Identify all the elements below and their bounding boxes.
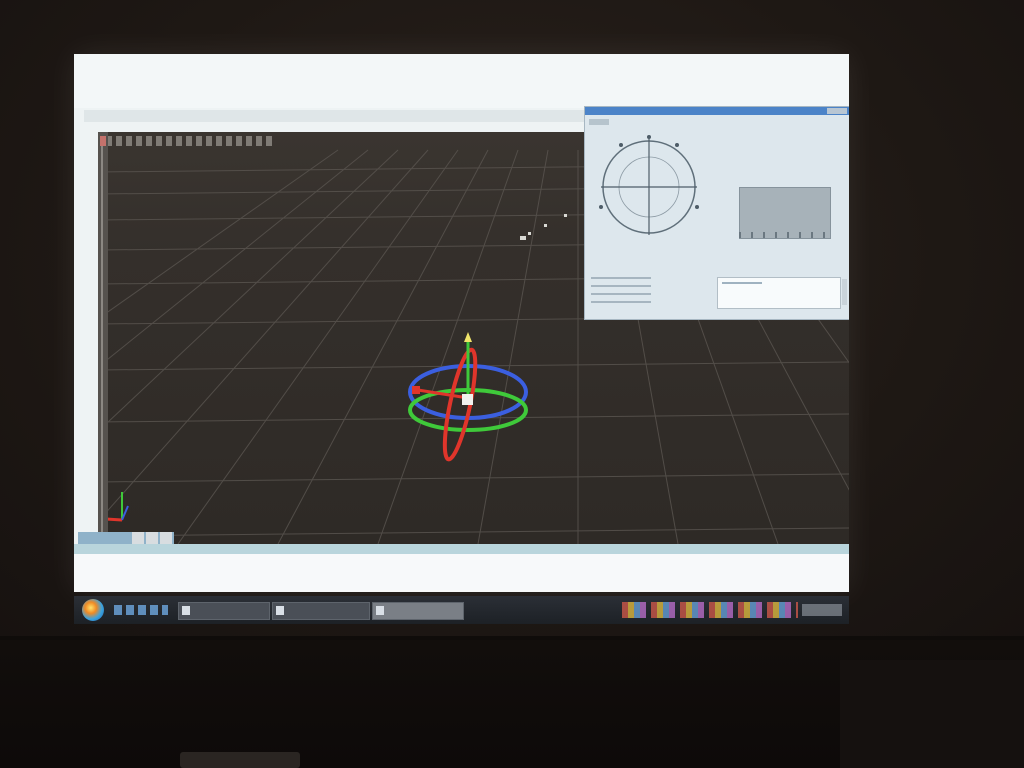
app-icon bbox=[276, 606, 284, 615]
distant-objects bbox=[520, 214, 567, 240]
compass-dial-icon[interactable] bbox=[597, 131, 707, 241]
app-title-area bbox=[74, 54, 849, 108]
rotation-dialog[interactable] bbox=[584, 106, 849, 320]
status-area bbox=[74, 554, 849, 592]
taskbar-clock[interactable] bbox=[802, 604, 842, 616]
viewport-toolbar[interactable] bbox=[106, 136, 276, 146]
room-object bbox=[180, 752, 300, 768]
taskbar-button-active[interactable] bbox=[372, 602, 464, 620]
projected-screen bbox=[74, 54, 849, 592]
dialog-field-text bbox=[722, 282, 762, 284]
dialog-meter-scale bbox=[739, 232, 829, 238]
dialog-titlebar[interactable] bbox=[585, 107, 849, 115]
app-menubar bbox=[84, 110, 594, 122]
windows-orb-icon[interactable] bbox=[82, 599, 104, 621]
timeline-tab[interactable] bbox=[132, 532, 144, 544]
viewport-side-rail bbox=[98, 132, 108, 544]
dialog-option-list[interactable] bbox=[591, 277, 651, 303]
timeline-tab[interactable] bbox=[146, 532, 158, 544]
dialog-window-controls[interactable] bbox=[827, 108, 847, 114]
taskbar-button[interactable] bbox=[272, 602, 370, 620]
dialog-scrollbar[interactable] bbox=[842, 279, 847, 305]
viewport-rail-marker bbox=[100, 136, 106, 146]
app-icon bbox=[376, 606, 384, 615]
quick-launch-icons[interactable] bbox=[114, 605, 168, 615]
app-icon bbox=[182, 606, 190, 615]
room-cabinet bbox=[840, 660, 1024, 768]
system-tray-icons[interactable] bbox=[622, 602, 798, 618]
viewport-rail-line bbox=[101, 142, 103, 538]
timeline-bar[interactable] bbox=[74, 544, 849, 554]
rotate-gizmo bbox=[408, 332, 528, 462]
dialog-menu[interactable] bbox=[589, 119, 609, 125]
dialog-text-field[interactable] bbox=[717, 277, 841, 309]
taskbar bbox=[74, 596, 849, 624]
taskbar-button[interactable] bbox=[178, 602, 270, 620]
timeline-tab[interactable] bbox=[160, 532, 172, 544]
